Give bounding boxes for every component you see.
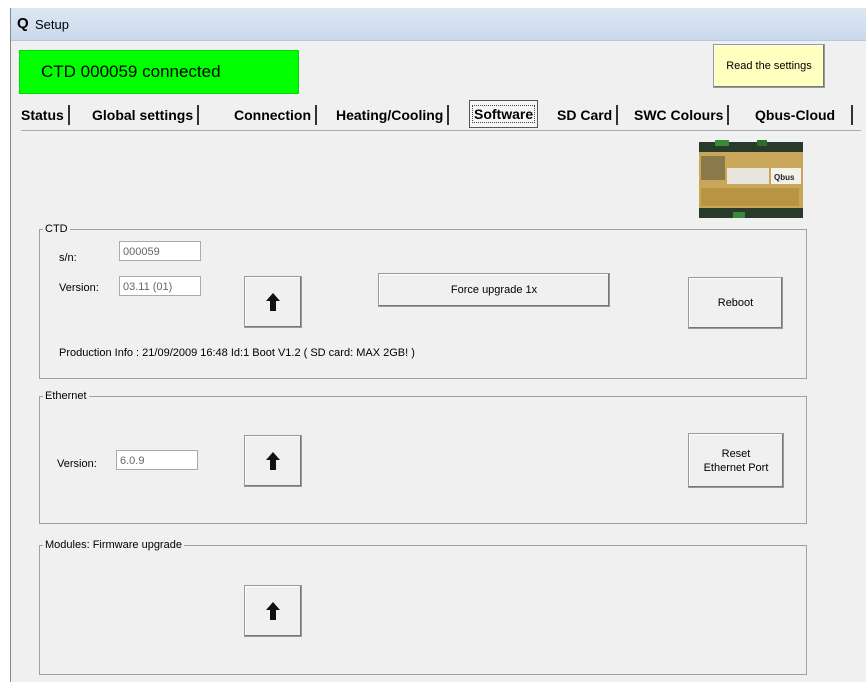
tab-sd-card[interactable]: SD Card (557, 102, 619, 128)
tab-software[interactable]: Software (469, 100, 539, 128)
ethernet-upload-button[interactable] (244, 435, 302, 487)
tab-global-settings[interactable]: Global settings (92, 102, 200, 128)
tab-software-label: Software (472, 105, 536, 123)
sn-field[interactable]: 000059 (119, 241, 201, 261)
ctd-legend: CTD (45, 223, 68, 235)
modules-legend: Modules: Firmware upgrade (45, 539, 182, 551)
modules-upload-button[interactable] (244, 585, 302, 637)
device-brand-text: Qbus (774, 173, 795, 182)
tab-divider (851, 105, 853, 125)
ethernet-version-field[interactable]: 6.0.9 (116, 450, 198, 470)
tab-qbus-cloud[interactable]: Qbus-Cloud (755, 102, 835, 128)
up-arrow-icon (266, 452, 280, 470)
window-title: Setup (35, 17, 69, 32)
app-logo-icon: Q (17, 15, 29, 32)
connection-status: CTD 000059 connected (19, 50, 299, 94)
tab-connection[interactable]: Connection (234, 102, 317, 128)
force-upgrade-button[interactable]: Force upgrade 1x (378, 273, 610, 307)
ctd-upload-button[interactable] (244, 276, 302, 328)
title-bar: Q Setup (11, 8, 866, 41)
modules-group: Modules: Firmware upgrade (39, 539, 807, 675)
ctd-version-label: Version: (59, 282, 99, 294)
setup-window: Q Setup CTD 000059 connected Read the se… (10, 8, 866, 682)
reset-ethernet-port-button[interactable]: Reset Ethernet Port (688, 433, 784, 488)
up-arrow-icon (266, 602, 280, 620)
reboot-button[interactable]: Reboot (688, 277, 783, 329)
reset-label-line1: Reset (721, 447, 751, 460)
ctd-device-image: Qbus (699, 140, 803, 218)
tab-swc-colours[interactable]: SWC Colours (634, 102, 730, 128)
tab-heating-cooling[interactable]: Heating/Cooling (336, 102, 450, 128)
reset-label-line2: Ethernet Port (703, 461, 769, 474)
production-info: Production Info : 21/09/2009 16:48 Id:1 … (59, 347, 415, 359)
ethernet-legend: Ethernet (45, 390, 87, 402)
read-settings-button[interactable]: Read the settings (713, 44, 825, 88)
sn-label: s/n: (59, 252, 77, 264)
ethernet-version-label: Version: (57, 458, 97, 470)
up-arrow-icon (266, 293, 280, 311)
tab-status[interactable]: Status (21, 102, 70, 128)
ctd-version-field[interactable]: 03.11 (01) (119, 276, 201, 296)
